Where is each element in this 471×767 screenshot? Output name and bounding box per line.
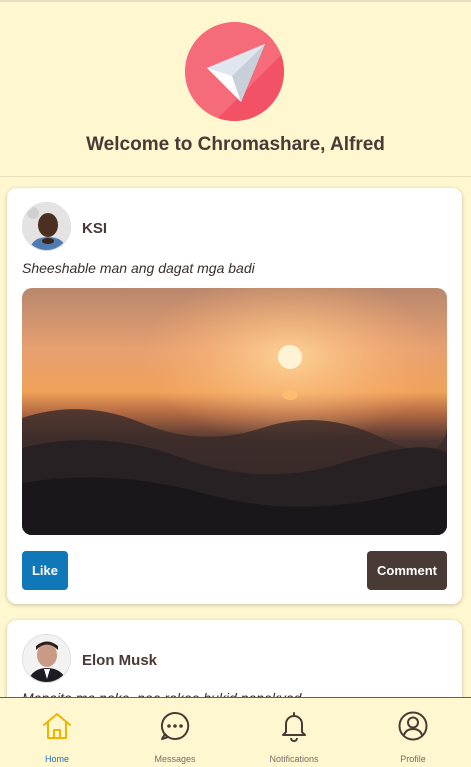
post-image[interactable] bbox=[22, 288, 447, 535]
post-card: Elon Musk Mapaite ma naka, nea rakae buk… bbox=[7, 620, 462, 698]
app-header: Welcome to Chromashare, Alfred bbox=[0, 0, 471, 177]
chat-icon bbox=[160, 711, 190, 740]
nav-notifications-label: Notifications bbox=[269, 754, 319, 764]
nav-profile[interactable]: Profile bbox=[354, 698, 471, 767]
chromashare-logo bbox=[185, 22, 284, 121]
nav-home[interactable]: Home bbox=[0, 698, 116, 767]
bell-icon bbox=[282, 712, 306, 742]
avatar[interactable] bbox=[22, 634, 71, 683]
nav-notifications[interactable]: Notifications bbox=[235, 698, 353, 767]
welcome-title: Welcome to Chromashare, Alfred bbox=[86, 134, 385, 155]
post-feed[interactable]: KSI Sheeshable man ang dagat mga badi Li… bbox=[0, 178, 471, 698]
nav-profile-label: Profile bbox=[400, 754, 426, 764]
post-card: KSI Sheeshable man ang dagat mga badi Li… bbox=[7, 188, 462, 604]
post-caption: Sheeshable man ang dagat mga badi bbox=[22, 260, 255, 276]
like-button[interactable]: Like bbox=[22, 551, 68, 590]
bottom-navigation: Home Messages Notifications Profile bbox=[0, 697, 471, 767]
post-author[interactable]: Elon Musk bbox=[82, 652, 157, 669]
nav-home-label: Home bbox=[44, 754, 69, 764]
nav-messages-label: Messages bbox=[154, 754, 196, 764]
post-author[interactable]: KSI bbox=[82, 220, 107, 237]
comment-button[interactable]: Comment bbox=[367, 551, 447, 590]
nav-messages[interactable]: Messages bbox=[116, 698, 234, 767]
user-circle-icon bbox=[398, 711, 428, 741]
avatar[interactable] bbox=[22, 202, 71, 251]
home-icon bbox=[43, 713, 71, 739]
